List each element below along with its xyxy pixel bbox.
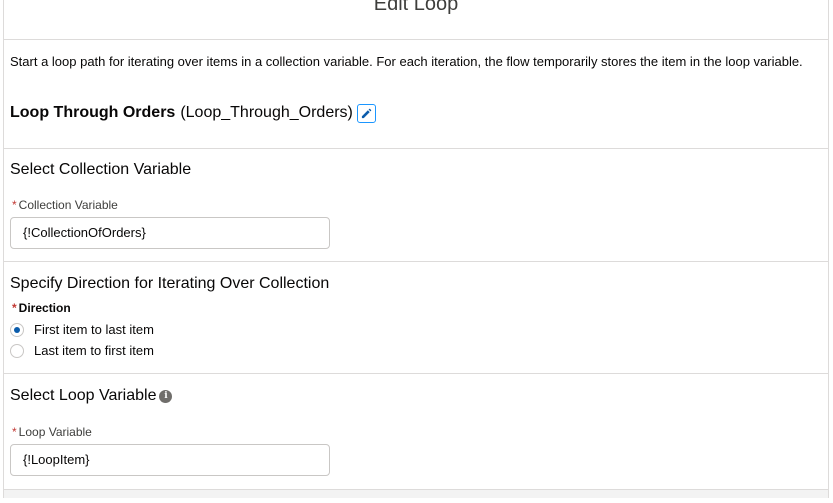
direction-section-title: Specify Direction for Iterating Over Col… (10, 275, 330, 292)
radio-label: First item to last item (34, 322, 154, 337)
collection-label-text: Collection Variable (18, 198, 118, 212)
direction-label-text: Direction (18, 301, 71, 315)
direction-option-first-to-last[interactable]: First item to last item (10, 322, 154, 337)
collection-field-label: * Collection Variable (12, 198, 118, 212)
divider (4, 373, 828, 374)
collection-variable-input[interactable]: {!CollectionOfOrders} (10, 217, 330, 249)
edit-loop-button[interactable] (356, 103, 376, 123)
direction-field-label: * Direction (12, 301, 71, 315)
intro-text: Start a loop path for iterating over ite… (10, 54, 803, 69)
required-marker: * (12, 301, 17, 315)
edit-loop-modal: Edit Loop Start a loop path for iteratin… (3, 0, 829, 498)
direction-option-last-to-first[interactable]: Last item to first item (10, 343, 154, 358)
divider (4, 148, 828, 149)
radio-dot (14, 326, 20, 333)
collection-section-title: Select Collection Variable (10, 161, 192, 178)
radio-label: Last item to first item (34, 343, 154, 358)
loop-variable-title-text: Select Loop Variable (10, 387, 157, 404)
loop-variable-label-text: Loop Variable (18, 425, 92, 439)
radio-button-selected[interactable] (10, 322, 24, 337)
required-marker: * (12, 425, 17, 439)
loop-label: Loop Through Orders (10, 104, 176, 121)
loop-api-name: (Loop_Through_Orders) (180, 104, 353, 121)
info-icon[interactable]: i (159, 389, 173, 403)
pencil-icon (361, 108, 372, 118)
loop-variable-field-label: * Loop Variable (12, 425, 92, 439)
modal-footer-edge (4, 489, 828, 498)
modal-header: Edit Loop (4, 0, 828, 40)
required-marker: * (12, 198, 17, 212)
loop-variable-input[interactable]: {!LoopItem} (10, 444, 330, 476)
divider (4, 261, 828, 262)
modal-title: Edit Loop (373, 0, 459, 15)
loop-name-row: Loop Through Orders (Loop_Through_Orders… (10, 102, 376, 124)
radio-button[interactable] (10, 343, 24, 358)
loop-variable-section-title: Select Loop Variable i (10, 387, 173, 405)
